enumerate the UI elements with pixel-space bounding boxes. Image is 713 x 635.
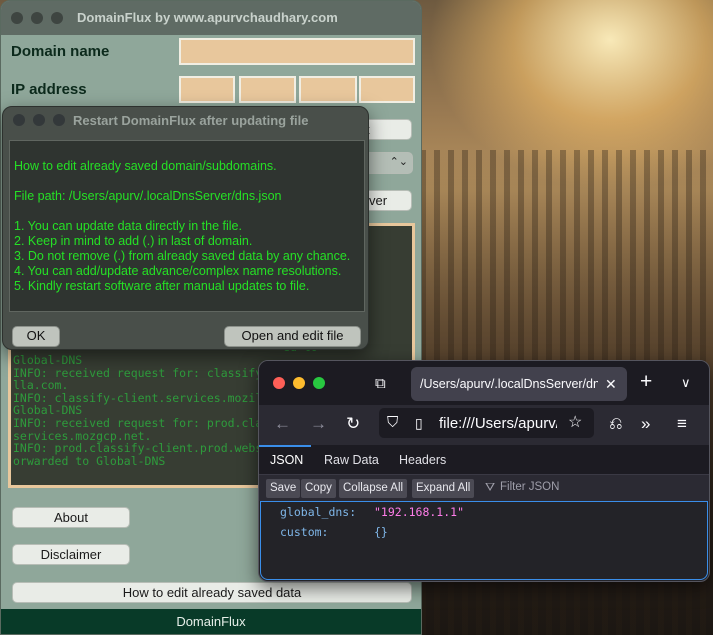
tab-title: /Users/apurv/.localDnsServer/dns.js bbox=[420, 377, 598, 391]
active-tab-indicator bbox=[259, 445, 311, 447]
dialog-title: Restart DomainFlux after updating file bbox=[73, 113, 309, 128]
about-button[interactable]: About bbox=[12, 507, 130, 528]
filter-json-input[interactable]: Filter JSON bbox=[500, 481, 559, 493]
expand-all-button[interactable]: Expand All bbox=[412, 479, 475, 498]
forward-icon[interactable]: → bbox=[310, 414, 327, 434]
json-toolbar: Save Copy Collapse All Expand All ⛛ Filt… bbox=[259, 475, 709, 501]
minimize-icon[interactable] bbox=[31, 12, 43, 24]
shield-icon[interactable]: ⛉ bbox=[387, 413, 398, 433]
ip-octet-3-input[interactable] bbox=[299, 76, 357, 103]
tab-json[interactable]: JSON bbox=[270, 453, 303, 467]
dialog-titlebar: Restart DomainFlux after updating file bbox=[3, 107, 368, 135]
restart-info-dialog: Restart DomainFlux after updating file H… bbox=[2, 106, 369, 350]
zoom-icon[interactable] bbox=[53, 114, 65, 126]
more-tools-icon[interactable]: » bbox=[641, 414, 650, 434]
nav-toolbar: ← → ↻ ⛉ ▯ file:///Users/apurv/.l ☆ ⎌ » ≡ bbox=[259, 405, 709, 445]
minimize-icon[interactable] bbox=[33, 114, 45, 126]
back-icon[interactable]: ← bbox=[274, 414, 291, 434]
window-controls bbox=[11, 12, 63, 24]
close-icon[interactable] bbox=[13, 114, 25, 126]
dialog-line: File path: /Users/apurv/.localDnsServer/… bbox=[14, 189, 282, 203]
ip-octet-1-input[interactable] bbox=[179, 76, 235, 103]
json-key[interactable]: custom: bbox=[280, 525, 328, 539]
dialog-line: 4. You can add/update advance/complex na… bbox=[14, 264, 342, 278]
firefox-window: ⧉ /Users/apurv/.localDnsServer/dns.js ✕ … bbox=[258, 360, 710, 582]
json-value-object[interactable]: {} bbox=[374, 525, 388, 539]
domain-name-input[interactable] bbox=[179, 38, 415, 65]
main-titlebar: DomainFlux by www.apurvchaudhary.com bbox=[1, 1, 421, 35]
filter-icon: ⛛ bbox=[485, 480, 496, 494]
dialog-window-controls bbox=[13, 114, 65, 126]
dialog-line: 1. You can update data directly in the f… bbox=[14, 219, 242, 233]
window-title: DomainFlux by www.apurvchaudhary.com bbox=[77, 10, 338, 25]
menu-icon[interactable]: ≡ bbox=[677, 414, 687, 434]
disclaimer-button[interactable]: Disclaimer bbox=[12, 544, 130, 565]
tab-bar: ⧉ /Users/apurv/.localDnsServer/dns.js ✕ … bbox=[259, 361, 709, 405]
reload-icon[interactable]: ↻ bbox=[346, 414, 360, 434]
zoom-icon[interactable] bbox=[51, 12, 63, 24]
domain-name-label: Domain name bbox=[11, 43, 110, 60]
json-tree: global_dns: "192.168.1.1" custom: {} bbox=[260, 501, 708, 580]
tab-headers[interactable]: Headers bbox=[399, 453, 446, 467]
close-icon[interactable] bbox=[273, 377, 285, 389]
copy-button[interactable]: Copy bbox=[301, 479, 336, 498]
zoom-icon[interactable] bbox=[313, 377, 325, 389]
button-label: ver bbox=[369, 193, 388, 208]
url-text: file:///Users/apurv/.l bbox=[439, 415, 557, 432]
open-and-edit-file-button[interactable]: Open and edit file bbox=[224, 326, 361, 347]
extensions-icon[interactable]: ⎌ bbox=[609, 414, 623, 434]
edit-saved-data-button[interactable]: How to edit already saved data bbox=[12, 582, 412, 603]
new-tab-icon[interactable]: + bbox=[640, 371, 652, 392]
minimize-icon[interactable] bbox=[293, 377, 305, 389]
footer-label: DomainFlux bbox=[1, 609, 421, 634]
dialog-line: 2. Keep in mind to add (.) in last of do… bbox=[14, 234, 253, 248]
save-button[interactable]: Save bbox=[266, 479, 301, 498]
json-value-string[interactable]: "192.168.1.1" bbox=[374, 505, 464, 519]
json-viewer-tabs: JSON Raw Data Headers bbox=[259, 445, 709, 475]
tab-dns-json[interactable]: /Users/apurv/.localDnsServer/dns.js ✕ bbox=[411, 367, 627, 401]
ip-octet-4-input[interactable] bbox=[359, 76, 415, 103]
collapse-all-button[interactable]: Collapse All bbox=[339, 479, 408, 498]
tab-raw-data[interactable]: Raw Data bbox=[324, 453, 379, 467]
close-icon[interactable] bbox=[11, 12, 23, 24]
bookmark-star-icon[interactable]: ☆ bbox=[568, 413, 582, 433]
close-tab-icon[interactable]: ✕ bbox=[605, 374, 617, 394]
dialog-message: How to edit already saved domain/subdoma… bbox=[9, 140, 365, 312]
ip-address-label: IP address bbox=[11, 81, 87, 98]
dialog-line: 5. Kindly restart software after manual … bbox=[14, 279, 310, 293]
page-icon: ▯ bbox=[415, 415, 423, 431]
json-key[interactable]: global_dns: bbox=[280, 505, 356, 519]
url-bar[interactable]: ⛉ ▯ file:///Users/apurv/.l ☆ bbox=[379, 408, 594, 438]
chevron-down-icon[interactable]: ∨ bbox=[681, 373, 691, 393]
tab-overview-icon[interactable]: ⧉ bbox=[375, 374, 386, 394]
chevron-updown-icon: ⌃⌄ bbox=[389, 156, 408, 168]
dialog-line: 3. Do not remove (.) from already saved … bbox=[14, 249, 351, 263]
browser-window-controls bbox=[273, 377, 325, 389]
dialog-line: How to edit already saved domain/subdoma… bbox=[14, 159, 277, 173]
ip-octet-2-input[interactable] bbox=[239, 76, 296, 103]
ok-button[interactable]: OK bbox=[12, 326, 60, 347]
